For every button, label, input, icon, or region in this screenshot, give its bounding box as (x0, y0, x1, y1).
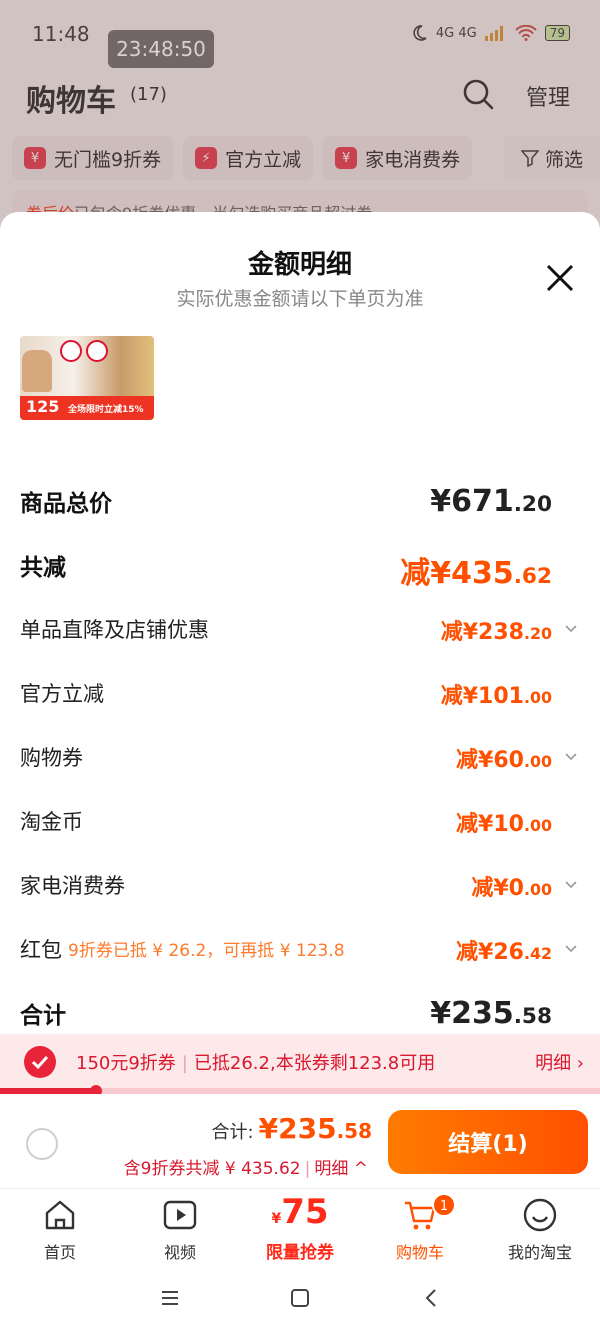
sheet-title: 金额明细 (247, 250, 352, 280)
row-grand-total: 合计 ¥235.58 (20, 996, 580, 1036)
row-value: 减¥10.00 (456, 812, 552, 837)
row-goods-total: 商品总价 ¥671.20 (20, 484, 580, 524)
back-icon[interactable] (420, 1286, 444, 1310)
chevron-down-icon[interactable] (564, 878, 578, 892)
tab-flash-coupon[interactable]: ¥75 限量抢券 (240, 1193, 360, 1263)
chevron-down-icon[interactable] (564, 942, 578, 956)
row-shopping-voucher[interactable]: 购物券 减¥60.00 (20, 742, 580, 782)
saving-summary[interactable]: 含9折券共减 ¥ 435.62 | 明细 ^ (124, 1154, 368, 1179)
product-price-tag: 125 (26, 397, 60, 416)
badge-icon (60, 340, 82, 362)
row-label: 购物券 (20, 746, 83, 770)
applied-coupon-bar[interactable]: 150元9折券 | 已抵26.2,本张券剩123.8可用 明细 › (0, 1034, 600, 1088)
home-square-icon[interactable] (288, 1286, 312, 1310)
close-icon[interactable] (544, 262, 576, 294)
menu-icon[interactable] (158, 1286, 182, 1310)
tab-home[interactable]: 首页 (0, 1197, 120, 1263)
coupon-detail-link[interactable]: 明细 › (535, 1049, 584, 1075)
system-nav-bar (0, 1266, 600, 1333)
product-thumbnail[interactable]: 125 全场限时立减15% (20, 336, 154, 420)
row-value: 减¥435.62 (400, 556, 552, 591)
cart-badge: 1 (432, 1193, 456, 1217)
row-value: 减¥26.42 (456, 940, 552, 965)
profile-icon (523, 1198, 557, 1232)
row-taojinbi: 淘金币 减¥10.00 (20, 806, 580, 846)
row-appliance-voucher[interactable]: 家电消费券 减¥0.00 (20, 870, 580, 910)
row-label: 家电消费券 (20, 874, 125, 898)
home-icon (45, 1200, 75, 1230)
select-all-checkbox[interactable] (26, 1128, 58, 1160)
row-value: ¥235.58 (430, 996, 552, 1031)
row-value: 减¥60.00 (456, 748, 552, 773)
tab-video[interactable]: 视频 (120, 1197, 240, 1263)
checkout-bar: 合计: ¥235.58 含9折券共减 ¥ 435.62 | 明细 ^ 结算(1) (0, 1094, 600, 1188)
row-store-discount[interactable]: 单品直降及店铺优惠 减¥238.20 (20, 614, 580, 654)
row-value: 减¥238.20 (440, 620, 552, 645)
row-label: 商品总价 (20, 491, 112, 517)
row-value: 减¥101.00 (440, 684, 552, 709)
row-label: 单品直降及店铺优惠 (20, 618, 209, 642)
row-label: 官方立减 (20, 682, 104, 706)
row-label: 合计 (20, 1003, 66, 1029)
bottom-tab-bar: 首页 视频 ¥75 限量抢券 1 购物车 我的淘宝 (0, 1188, 600, 1266)
sheet-subtitle: 实际优惠金额请以下单页为准 (176, 288, 424, 310)
chevron-down-icon[interactable] (564, 622, 578, 636)
row-official-discount: 官方立减 减¥101.00 (20, 678, 580, 718)
badge-icon (86, 340, 108, 362)
row-value: ¥671.20 (430, 484, 552, 519)
row-red-packet[interactable]: 红包 9折券已抵 ¥ 26.2，可再抵 ¥ 123.8 减¥26.42 (20, 934, 580, 974)
dim-overlay[interactable] (0, 0, 600, 240)
coupon-bar-text: 150元9折券 | 已抵26.2,本张券剩123.8可用 (76, 1053, 436, 1074)
row-label: 红包 (20, 938, 62, 962)
row-label: 淘金币 (20, 810, 83, 834)
tab-profile[interactable]: 我的淘宝 (480, 1197, 600, 1263)
checkout-button[interactable]: 结算(1) (388, 1110, 588, 1174)
row-label: 共减 (20, 555, 66, 581)
product-promo-tag: 全场限时立减15% (68, 405, 144, 415)
total-price: 合计: ¥235.58 (211, 1112, 372, 1145)
row-value: 减¥0.00 (471, 876, 552, 901)
tab-cart[interactable]: 1 购物车 (360, 1193, 480, 1263)
cat-image (22, 350, 52, 392)
row-total-discount: 共减 减¥435.62 (20, 548, 580, 591)
check-icon[interactable] (24, 1046, 56, 1078)
chevron-down-icon[interactable] (564, 750, 578, 764)
video-icon (163, 1200, 197, 1230)
red-packet-note: 9折券已抵 ¥ 26.2，可再抵 ¥ 123.8 (68, 941, 345, 961)
